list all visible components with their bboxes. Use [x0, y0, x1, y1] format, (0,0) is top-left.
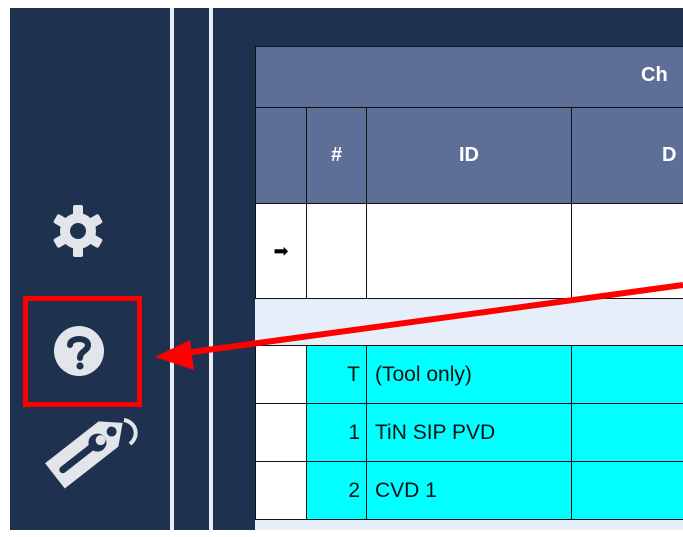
table-header-row: # ID D [255, 108, 683, 204]
header-number[interactable]: # [307, 108, 367, 204]
app-window: Ch # ID D ➡ T (Tool only) 1 TiN SIP PVD [10, 8, 683, 530]
table-row[interactable]: T (Tool only) [255, 346, 683, 404]
row-id[interactable]: TiN SIP PVD [367, 404, 572, 462]
table-cell[interactable] [572, 462, 683, 520]
table-cell[interactable] [572, 404, 683, 462]
row-number: 2 [307, 462, 367, 520]
gear-icon[interactable] [50, 203, 106, 259]
row-selector[interactable] [255, 462, 307, 520]
table-cell[interactable] [307, 204, 367, 299]
data-table: Ch # ID D ➡ T (Tool only) 1 TiN SIP PVD [255, 46, 683, 530]
tag-wrench-icon[interactable] [32, 400, 144, 500]
sidebar-divider [170, 8, 174, 530]
row-number: 1 [307, 404, 367, 462]
row-selector[interactable] [255, 346, 307, 404]
header-description[interactable]: D [572, 108, 683, 204]
new-record-row[interactable]: ➡ [255, 204, 683, 299]
sidebar-divider [209, 8, 213, 530]
table-cell[interactable] [367, 204, 572, 299]
help-highlight-box [23, 296, 142, 407]
header-id[interactable]: ID [367, 108, 572, 204]
table-row[interactable] [255, 520, 683, 530]
header-selector[interactable] [255, 108, 307, 204]
group-separator-row [255, 299, 683, 346]
table-row[interactable]: 1 TiN SIP PVD [255, 404, 683, 462]
row-id[interactable]: (Tool only) [367, 346, 572, 404]
table-title: Ch [641, 64, 668, 86]
row-selector[interactable] [255, 404, 307, 462]
table-row[interactable]: 2 CVD 1 [255, 462, 683, 520]
table-cell[interactable] [572, 346, 683, 404]
new-row-marker: ➡ [255, 204, 307, 299]
row-number: T [307, 346, 367, 404]
row-id[interactable]: CVD 1 [367, 462, 572, 520]
table-title-bar: Ch [255, 46, 683, 108]
table-cell[interactable] [572, 204, 683, 299]
